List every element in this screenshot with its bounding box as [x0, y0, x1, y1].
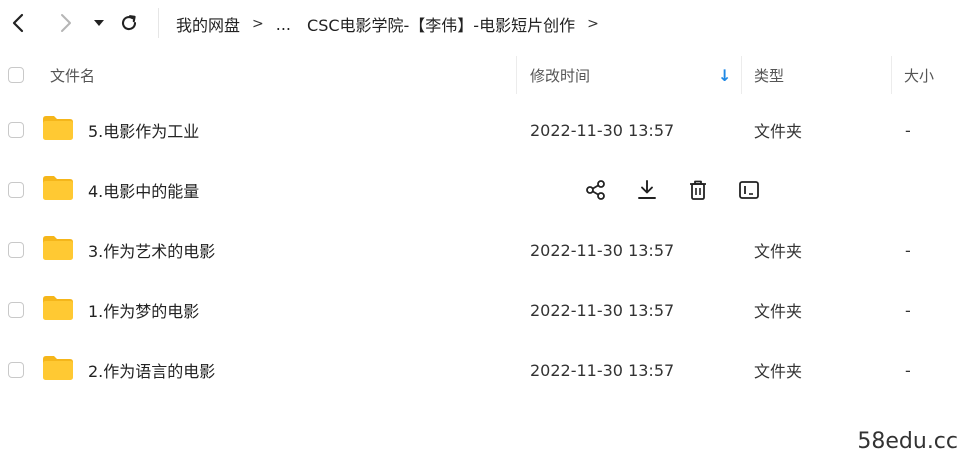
folder-icon [43, 236, 73, 260]
row-checkbox[interactable] [8, 362, 24, 378]
share-icon [586, 180, 605, 200]
file-modified: 2022-11-30 13:57 [530, 300, 675, 320]
refresh-icon [122, 15, 137, 31]
file-type: 文件夹 [754, 302, 803, 321]
breadcrumb: 我的网盘 > ... CSC电影学院-【李伟】-电影短片创作 > [176, 10, 611, 38]
file-name[interactable]: 5.电影作为工业 [88, 100, 199, 160]
folder-icon [43, 356, 73, 380]
delete-button[interactable] [685, 177, 711, 203]
column-header-name[interactable]: 文件名 [50, 50, 95, 100]
breadcrumb-separator: > [587, 16, 599, 32]
file-name[interactable]: 2.作为语言的电影 [88, 340, 215, 400]
file-row[interactable]: 3.作为艺术的电影 2022-11-30 13:57 文件夹 - [0, 220, 966, 280]
rename-button[interactable] [736, 177, 762, 203]
download-icon [638, 180, 656, 199]
file-type: 文件夹 [754, 242, 803, 261]
file-size: - [905, 300, 911, 320]
toolbar-divider [158, 8, 159, 38]
column-header-size[interactable]: 大小 [904, 50, 934, 100]
back-button[interactable] [4, 8, 32, 38]
file-size: - [905, 240, 911, 260]
file-row[interactable]: 2.作为语言的电影 2022-11-30 13:57 文件夹 - [0, 340, 966, 400]
column-header-type[interactable]: 类型 [754, 50, 784, 100]
refresh-button[interactable] [116, 8, 142, 38]
file-row-hovered[interactable]: 4.电影中的能量 [0, 160, 966, 220]
folder-icon [43, 116, 73, 140]
delete-icon [690, 180, 706, 200]
file-table-header: 文件名 修改时间 ↓ 类型 大小 [0, 50, 966, 100]
caret-down-icon [94, 20, 104, 26]
share-button[interactable] [583, 177, 609, 203]
file-row[interactable]: 1.作为梦的电影 2022-11-30 13:57 文件夹 - [0, 280, 966, 340]
file-name[interactable]: 4.电影中的能量 [88, 160, 199, 220]
file-size: - [905, 360, 911, 380]
file-modified: 2022-11-30 13:57 [530, 240, 675, 260]
download-button[interactable] [634, 177, 660, 203]
file-modified: 2022-11-30 13:57 [530, 360, 675, 380]
row-checkbox[interactable] [8, 302, 24, 318]
breadcrumb-item-root[interactable]: 我的网盘 [176, 12, 240, 36]
column-divider[interactable] [891, 56, 892, 94]
column-divider[interactable] [516, 56, 517, 94]
row-checkbox[interactable] [8, 182, 24, 198]
file-name[interactable]: 3.作为艺术的电影 [88, 220, 215, 280]
select-all-checkbox[interactable] [8, 67, 24, 83]
breadcrumb-separator: > [252, 16, 264, 32]
chevron-left-icon [12, 13, 24, 33]
row-actions [583, 177, 787, 203]
breadcrumb-item-current[interactable]: CSC电影学院-【李伟】-电影短片创作 [307, 12, 575, 36]
file-row[interactable]: 5.电影作为工业 2022-11-30 13:57 文件夹 - [0, 100, 966, 160]
file-modified: 2022-11-30 13:57 [530, 120, 675, 140]
file-size: - [905, 120, 911, 140]
column-header-modified[interactable]: 修改时间 [530, 50, 590, 100]
folder-icon [43, 176, 73, 200]
sort-arrow-icon[interactable]: ↓ [718, 50, 731, 100]
history-dropdown-button[interactable] [90, 8, 108, 38]
file-name[interactable]: 1.作为梦的电影 [88, 280, 199, 340]
rename-icon [739, 181, 759, 199]
breadcrumb-item-ellipsis[interactable]: ... [276, 15, 291, 34]
row-checkbox[interactable] [8, 122, 24, 138]
file-type: 文件夹 [754, 122, 803, 141]
row-checkbox[interactable] [8, 242, 24, 258]
forward-button[interactable] [52, 8, 80, 38]
watermark-text: 58edu.cc [857, 429, 958, 454]
toolbar: 我的网盘 > ... CSC电影学院-【李伟】-电影短片创作 > [0, 0, 966, 46]
file-type: 文件夹 [754, 362, 803, 381]
chevron-right-icon [61, 14, 71, 32]
folder-icon [43, 296, 73, 320]
column-divider[interactable] [741, 56, 742, 94]
